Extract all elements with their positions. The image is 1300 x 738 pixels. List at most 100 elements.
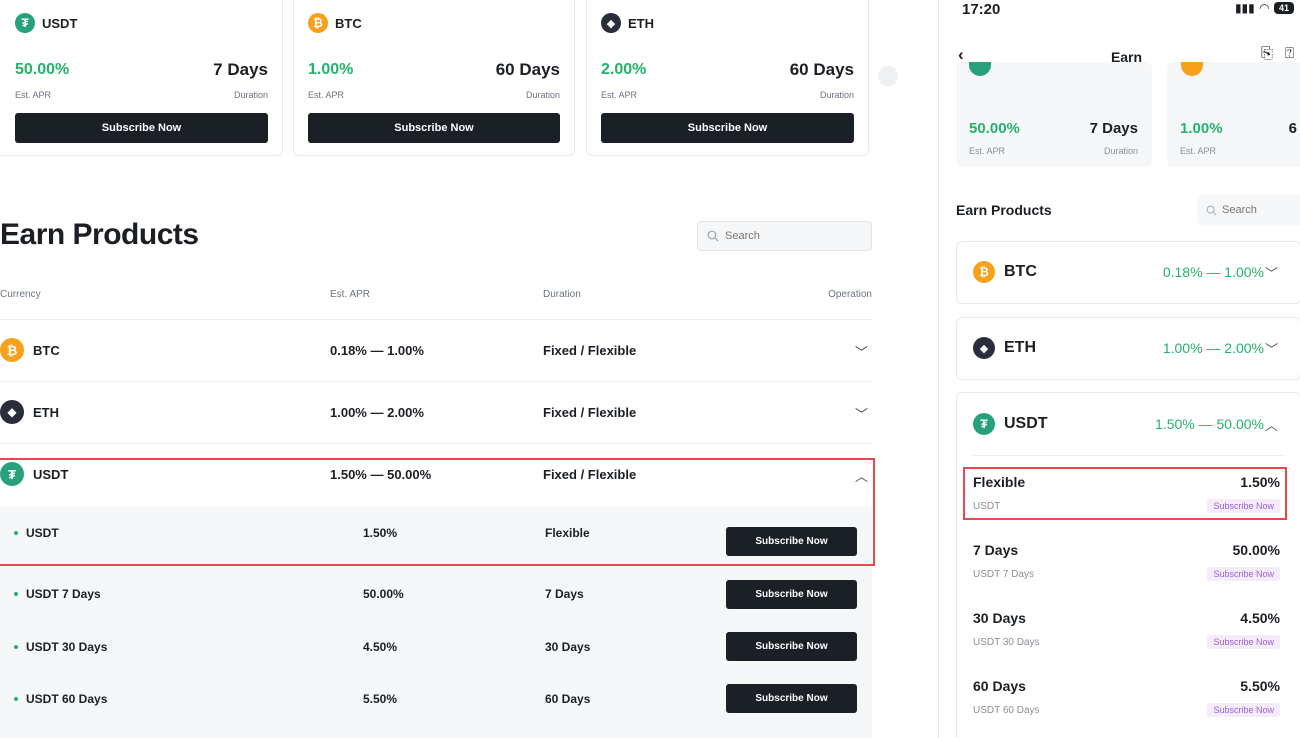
row-range: 1.50% — 50.00% xyxy=(1155,416,1264,432)
chevron-down-icon[interactable]: ﹀ xyxy=(1265,263,1278,282)
card-apr-label: Est. APR xyxy=(601,90,638,100)
card-header: ₮ USDT xyxy=(15,13,77,33)
status-time: 17:20 xyxy=(962,1,1001,18)
row-apr: 1.00% — 2.00% xyxy=(330,405,424,420)
subscribe-button[interactable]: Subscribe Now xyxy=(726,580,857,609)
table-row-btc[interactable]: ₿ BTC 0.18% — 1.00% Fixed / Flexible ﹀ xyxy=(0,320,872,382)
chevron-up-icon[interactable]: ︿ xyxy=(1265,415,1278,434)
product-title: 30 Days xyxy=(973,610,1026,626)
product-sub: USDT 30 Days xyxy=(973,637,1040,648)
header-icons: ⎘ ⍰ xyxy=(1261,45,1294,62)
product-apr: 4.50% xyxy=(363,640,398,654)
usdt-icon: ₮ xyxy=(15,13,35,33)
card-duration: 7 Days xyxy=(1089,120,1138,137)
card-duration: 6 xyxy=(1288,120,1297,137)
product-item: Flexible 1.50% USDT Subscribe Now xyxy=(973,474,1280,526)
help-icon[interactable]: ⍰ xyxy=(1285,45,1294,62)
table-row-usdt[interactable]: ₮ USDT 1.50% — 50.00% Fixed / Flexible ︿ xyxy=(0,444,872,506)
product-title: 7 Days xyxy=(973,542,1019,558)
row-currency: ₿ BTC xyxy=(973,261,1037,283)
mobile-row-usdt: ₮ USDT 1.50% — 50.00% ︿ Flexible 1.50% U… xyxy=(956,392,1300,738)
row-currency: ₮ USDT xyxy=(973,413,1048,435)
product-apr: 5.50% xyxy=(363,692,398,706)
featured-card: 50.00% 7 Days Est. APR Duration xyxy=(956,62,1152,167)
product-name: USDT xyxy=(14,526,59,540)
section-title: Earn Products xyxy=(956,202,1052,218)
card-coin-name: ETH xyxy=(628,15,654,31)
search-box[interactable] xyxy=(1197,195,1300,225)
card-apr-label: Est. APR xyxy=(15,90,52,100)
card-header: ₿ BTC xyxy=(308,13,362,33)
table-row-eth[interactable]: ◆ ETH 1.00% — 2.00% Fixed / Flexible ﹀ xyxy=(0,382,872,444)
subscribe-button[interactable]: Subscribe Now xyxy=(1207,635,1280,649)
product-item: 7 Days 50.00% USDT 7 Days Subscribe Now xyxy=(973,542,1280,594)
chevron-down-icon[interactable]: ﹀ xyxy=(855,342,868,361)
subscribe-button[interactable]: Subscribe Now xyxy=(726,527,857,556)
product-apr: 1.50% xyxy=(363,526,398,540)
subscribe-button[interactable]: Subscribe Now xyxy=(601,113,854,143)
subscribe-button[interactable]: Subscribe Now xyxy=(15,113,268,143)
row-apr: 0.18% — 1.00% xyxy=(330,343,424,358)
search-input[interactable] xyxy=(1222,204,1300,216)
product-name-text: USDT 30 Days xyxy=(26,640,108,654)
product-apr: 50.00% xyxy=(1232,542,1280,558)
chevron-down-icon[interactable]: ﹀ xyxy=(855,404,868,423)
product-row: USDT 7 Days 50.00% 7 Days Subscribe Now xyxy=(0,559,872,611)
product-row: USDT 60 Days 5.50% 60 Days Subscribe Now xyxy=(0,663,872,738)
chevron-up-icon[interactable]: ︿ xyxy=(855,466,868,485)
subscribe-button[interactable]: Subscribe Now xyxy=(1207,703,1280,717)
header-currency: Currency xyxy=(0,289,41,300)
records-icon[interactable]: ⎘ xyxy=(1261,45,1273,62)
featured-card: 1.00% 6 Est. APR xyxy=(1167,62,1300,167)
search-box[interactable] xyxy=(697,221,872,251)
card-apr-label: Est. APR xyxy=(969,146,1006,156)
subscribe-button[interactable]: Subscribe Now xyxy=(726,684,857,713)
row-coin-name: BTC xyxy=(1004,263,1037,280)
btc-icon: ₿ xyxy=(0,338,24,362)
divider xyxy=(973,455,1284,456)
featured-card-usdt: ₮ USDT 50.00% 7 Days Est. APR Duration S… xyxy=(0,0,283,156)
subscribe-button[interactable]: Subscribe Now xyxy=(1207,567,1280,581)
signal-icon: ▮▮▮ xyxy=(1234,1,1255,15)
row-coin-name: USDT xyxy=(33,466,69,482)
subscribe-button[interactable]: Subscribe Now xyxy=(1207,499,1280,513)
eth-icon: ◆ xyxy=(0,400,24,424)
product-row: USDT 1.50% Flexible Subscribe Now xyxy=(0,507,872,559)
product-apr: 50.00% xyxy=(363,587,404,601)
product-sub: USDT xyxy=(973,501,1001,512)
product-item: 60 Days 5.50% USDT 60 Days Subscribe Now xyxy=(973,678,1280,730)
status-icons: ▮▮▮ ◠ 41 xyxy=(1235,1,1294,15)
row-currency: ₮ USDT xyxy=(0,462,68,486)
bullet-icon xyxy=(14,592,18,596)
subscribe-button[interactable]: Subscribe Now xyxy=(726,632,857,661)
product-sub: USDT 7 Days xyxy=(973,569,1034,580)
product-duration: 60 Days xyxy=(545,692,591,706)
usdt-icon: ₮ xyxy=(0,462,24,486)
search-icon xyxy=(1206,205,1217,215)
subscribe-button[interactable]: Subscribe Now xyxy=(308,113,560,143)
search-input[interactable] xyxy=(725,230,865,242)
mobile-row-btc[interactable]: ₿ BTC 0.18% — 1.00% ﹀ xyxy=(956,241,1300,304)
chevron-down-icon[interactable]: ﹀ xyxy=(1265,339,1278,358)
btc-icon: ₿ xyxy=(973,261,995,283)
card-header: ◆ ETH xyxy=(601,13,654,33)
product-apr: 4.50% xyxy=(1240,610,1280,626)
featured-card-eth: ◆ ETH 2.00% 60 Days Est. APR Duration Su… xyxy=(586,0,869,156)
card-apr-label: Est. APR xyxy=(1180,146,1217,156)
card-apr: 50.00% xyxy=(15,61,70,78)
card-duration: 60 Days xyxy=(495,60,560,79)
product-duration: Flexible xyxy=(545,526,590,540)
carousel-next-button[interactable] xyxy=(878,66,898,86)
product-item: 30 Days 4.50% USDT 30 Days Subscribe Now xyxy=(973,610,1280,662)
mobile-row-eth[interactable]: ◆ ETH 1.00% — 2.00% ﹀ xyxy=(956,317,1300,380)
battery-icon: 41 xyxy=(1273,2,1294,14)
bullet-icon xyxy=(14,645,18,649)
search-icon xyxy=(707,230,719,242)
product-duration: 7 Days xyxy=(545,587,584,601)
row-coin-name: ETH xyxy=(33,404,59,420)
row-coin-name: ETH xyxy=(1004,339,1036,356)
card-duration-label: Duration xyxy=(819,90,854,100)
featured-card-btc: ₿ BTC 1.00% 60 Days Est. APR Duration Su… xyxy=(293,0,575,156)
product-name: USDT 7 Days xyxy=(14,587,101,601)
card-apr: 1.00% xyxy=(308,61,354,78)
